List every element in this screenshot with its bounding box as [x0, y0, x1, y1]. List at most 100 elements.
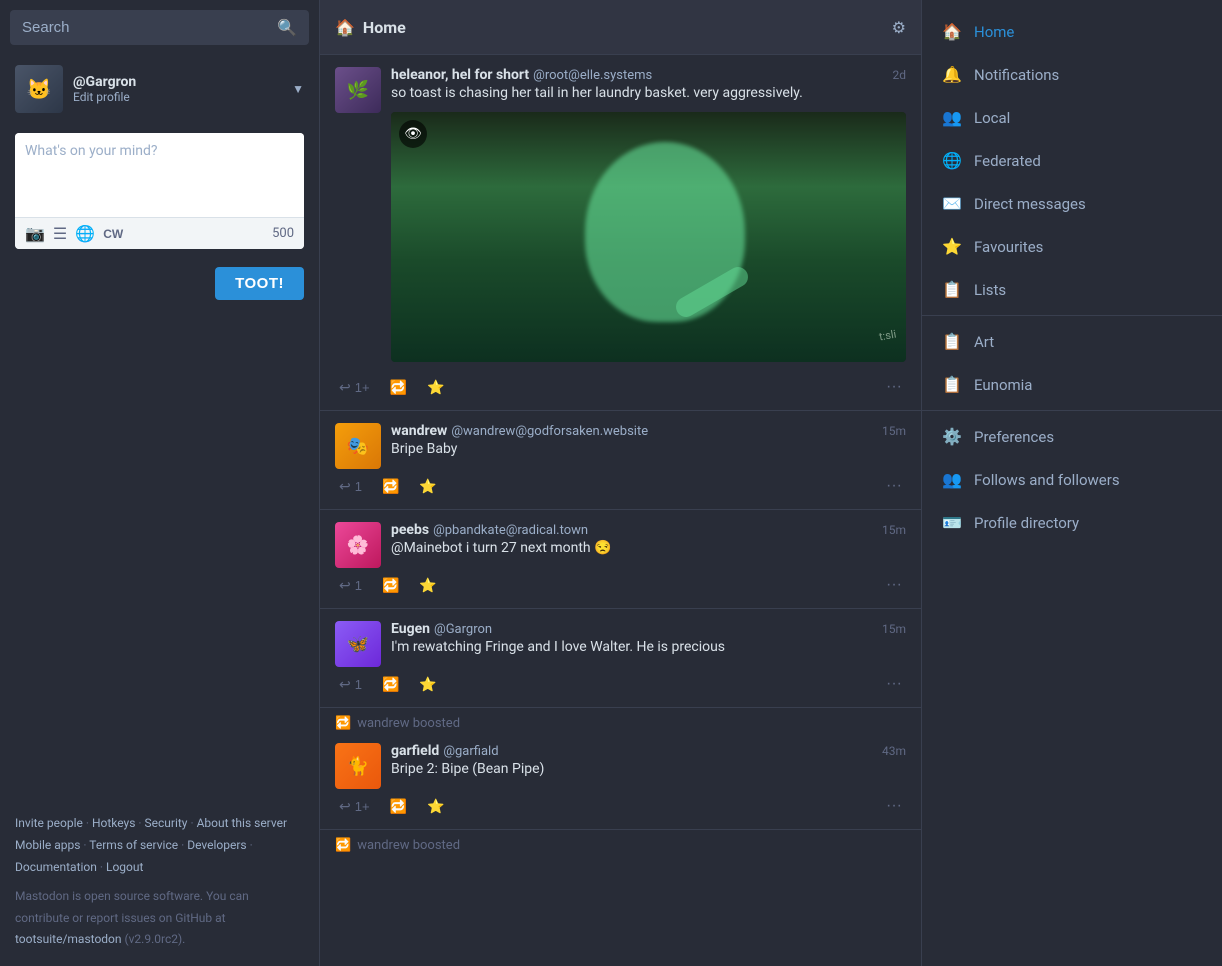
compose-area: 📷 ☰ 🌐 CW 500 [15, 133, 304, 249]
favourite-button[interactable]: ⭐ [415, 674, 440, 695]
sidebar-item-notifications[interactable]: 🔔 Notifications [922, 53, 1222, 96]
edit-profile-link[interactable]: Edit profile [73, 90, 292, 104]
sidebar-item-federated[interactable]: 🌐 Federated [922, 139, 1222, 182]
cat-image: 👁 t:sli [391, 112, 906, 362]
sidebar-item-direct-messages[interactable]: ✉️ Direct messages [922, 182, 1222, 225]
post-time: 15m [882, 424, 906, 438]
favourite-button[interactable]: ⭐ [423, 377, 448, 398]
avatar-image: 🎭 [335, 423, 381, 469]
more-button[interactable]: ··· [882, 475, 906, 497]
avatar: 🎭 [335, 423, 381, 469]
more-button[interactable]: ··· [882, 574, 906, 596]
footer-mobile-link[interactable]: Mobile apps [15, 838, 80, 852]
reply-count: 1 [355, 578, 362, 593]
nav-label: Follows and followers [974, 471, 1120, 489]
boost-line: 🔁 wandrew boosted [320, 708, 921, 731]
reply-button[interactable]: ↩ 1 [335, 476, 366, 497]
sidebar-item-preferences[interactable]: ⚙️ Preferences [922, 415, 1222, 458]
boost-button[interactable]: 🔁 [386, 377, 411, 398]
avatar: 🌸 [335, 522, 381, 568]
sidebar-item-home[interactable]: 🏠 Home [922, 10, 1222, 53]
nav-label: Notifications [974, 66, 1059, 84]
camera-icon[interactable]: 📷 [25, 224, 45, 243]
sidebar-item-profile-directory[interactable]: 🪪 Profile directory [922, 501, 1222, 544]
footer-docs-link[interactable]: Documentation [15, 860, 97, 874]
boost-button[interactable]: 🔁 [378, 575, 403, 596]
list-icon[interactable]: ☰ [53, 224, 67, 243]
footer-developers-link[interactable]: Developers [187, 838, 246, 852]
profile-dropdown-arrow[interactable]: ▼ [292, 82, 304, 96]
avatar-image: 🐱 [15, 65, 63, 113]
char-counter: 500 [272, 226, 294, 241]
reply-button[interactable]: ↩ 1 [335, 575, 366, 596]
boost-button[interactable]: 🔁 [378, 674, 403, 695]
sidebar-item-local[interactable]: 👥 Local [922, 96, 1222, 139]
reply-button[interactable]: ↩ 1+ [335, 377, 374, 398]
post-content: Bripe 2: Bipe (Bean Pipe) [391, 759, 906, 780]
reply-button[interactable]: ↩ 1+ [335, 796, 374, 817]
compose-toolbar: 📷 ☰ 🌐 CW 500 [15, 217, 304, 249]
list-icon: 📋 [942, 375, 962, 394]
search-input[interactable] [22, 19, 277, 36]
nav-label: Preferences [974, 428, 1054, 446]
star-icon: ⭐ [942, 237, 962, 256]
list-icon: 📋 [942, 280, 962, 299]
profile-info: @Gargron Edit profile [73, 74, 292, 104]
author-line: peebs @pbandkate@radical.town 15m [391, 522, 906, 538]
cw-button[interactable]: CW [103, 227, 123, 241]
nav-label: Federated [974, 152, 1041, 170]
boost-button[interactable]: 🔁 [378, 476, 403, 497]
post-image[interactable]: 👁 t:sli [391, 112, 906, 362]
toot-btn-wrap: TOOT! [0, 259, 319, 308]
post-header: 🎭 wandrew @wandrew@godforsaken.website 1… [335, 423, 906, 469]
table-row: 🦋 Eugen @Gargron 15m I'm rewatching Frin… [320, 609, 921, 708]
footer-security-link[interactable]: Security [145, 816, 188, 830]
avatar-image: 🦋 [335, 621, 381, 667]
more-button[interactable]: ··· [882, 673, 906, 695]
search-bar[interactable]: 🔍 [10, 10, 309, 45]
sidebar-item-eunomia[interactable]: 📋 Eunomia [922, 363, 1222, 406]
post-header: 🌿 heleanor, hel for short @root@elle.sys… [335, 67, 906, 370]
footer-logout-link[interactable]: Logout [106, 860, 143, 874]
footer-terms-link[interactable]: Terms of service [89, 838, 178, 852]
bell-icon: 🔔 [942, 65, 962, 84]
feed-scroll[interactable]: 🌿 heleanor, hel for short @root@elle.sys… [320, 55, 921, 966]
sidebar-item-lists[interactable]: 📋 Lists [922, 268, 1222, 311]
footer-invite-link[interactable]: Invite people [15, 816, 83, 830]
sidebar-item-favourites[interactable]: ⭐ Favourites [922, 225, 1222, 268]
globe-icon[interactable]: 🌐 [75, 224, 95, 243]
profile-section[interactable]: 🐱 @Gargron Edit profile ▼ [0, 55, 319, 123]
favourite-button[interactable]: ⭐ [415, 476, 440, 497]
author-name: garfield [391, 743, 439, 759]
post-content: so toast is chasing her tail in her laun… [391, 83, 906, 104]
more-button[interactable]: ··· [882, 376, 906, 398]
post-time: 15m [882, 622, 906, 636]
boost-text: wandrew boosted [357, 716, 460, 731]
avatar-image: 🌿 [335, 67, 381, 113]
box-label: t:sli [878, 328, 897, 344]
footer-hotkeys-link[interactable]: Hotkeys [92, 816, 135, 830]
footer-about-link[interactable]: About this server [197, 816, 287, 830]
right-sidebar: 🏠 Home 🔔 Notifications 👥 Local 🌐 Federat… [922, 0, 1222, 966]
filter-icon[interactable]: ⚙ [892, 18, 906, 37]
footer-description: Mastodon is open source software. You ca… [15, 886, 304, 951]
nav-label: Favourites [974, 238, 1043, 256]
more-button[interactable]: ··· [882, 795, 906, 817]
sidebar-item-art[interactable]: 📋 Art [922, 320, 1222, 363]
avatar: 🐱 [15, 65, 63, 113]
boost-line: 🔁 wandrew boosted [320, 830, 921, 853]
author-name: heleanor, hel for short [391, 67, 529, 83]
favourite-button[interactable]: ⭐ [415, 575, 440, 596]
boost-button[interactable]: 🔁 [386, 796, 411, 817]
author-line: heleanor, hel for short @root@elle.syste… [391, 67, 906, 83]
post-meta: peebs @pbandkate@radical.town 15m @Maine… [391, 522, 906, 567]
compose-textarea[interactable] [15, 133, 304, 213]
author-handle: @garfiald [443, 744, 498, 759]
author-handle: @Gargron [434, 622, 492, 637]
toot-button[interactable]: TOOT! [215, 267, 304, 300]
sidebar-item-follows-followers[interactable]: 👥 Follows and followers [922, 458, 1222, 501]
footer-repo-link[interactable]: tootsuite/mastodon [15, 932, 122, 946]
post-time: 2d [892, 68, 906, 82]
favourite-button[interactable]: ⭐ [423, 796, 448, 817]
reply-button[interactable]: ↩ 1 [335, 674, 366, 695]
